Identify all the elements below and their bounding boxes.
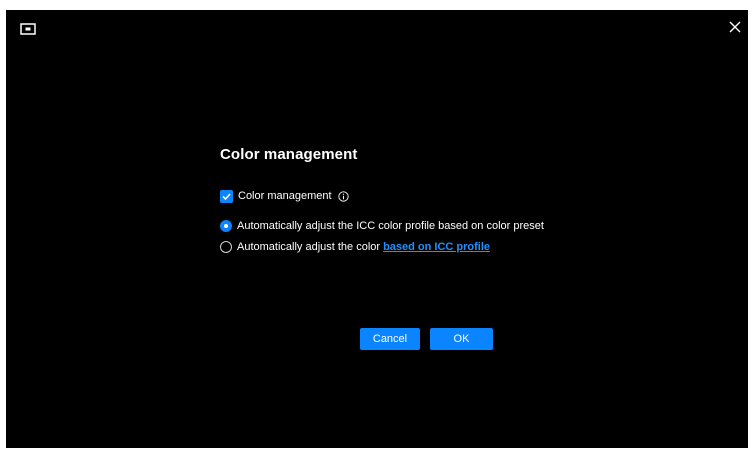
option-icc-label: Automatically adjust the color [237, 241, 381, 253]
option-preset-label: Automatically adjust the ICC color profi… [237, 220, 544, 232]
ok-button[interactable]: OK [430, 328, 493, 350]
color-management-checkbox-label: Color management [238, 190, 332, 202]
color-management-checkbox-row: Color management [220, 188, 349, 204]
option-icc-row: Automatically adjust the color based on … [220, 239, 490, 255]
app-window: Color management Color management Automa… [6, 10, 748, 448]
cancel-button[interactable]: Cancel [360, 328, 420, 350]
option-icc-radio[interactable] [220, 241, 232, 253]
option-preset-row: Automatically adjust the ICC color profi… [220, 218, 544, 234]
close-icon[interactable] [726, 18, 744, 36]
page-title: Color management [220, 146, 358, 163]
color-management-checkbox[interactable] [220, 189, 233, 203]
checkmark-icon [222, 192, 231, 200]
info-icon[interactable] [337, 190, 349, 202]
icc-profile-link[interactable]: based on ICC profile [383, 241, 490, 253]
monitor-icon [20, 22, 36, 35]
option-preset-radio[interactable] [220, 220, 232, 232]
